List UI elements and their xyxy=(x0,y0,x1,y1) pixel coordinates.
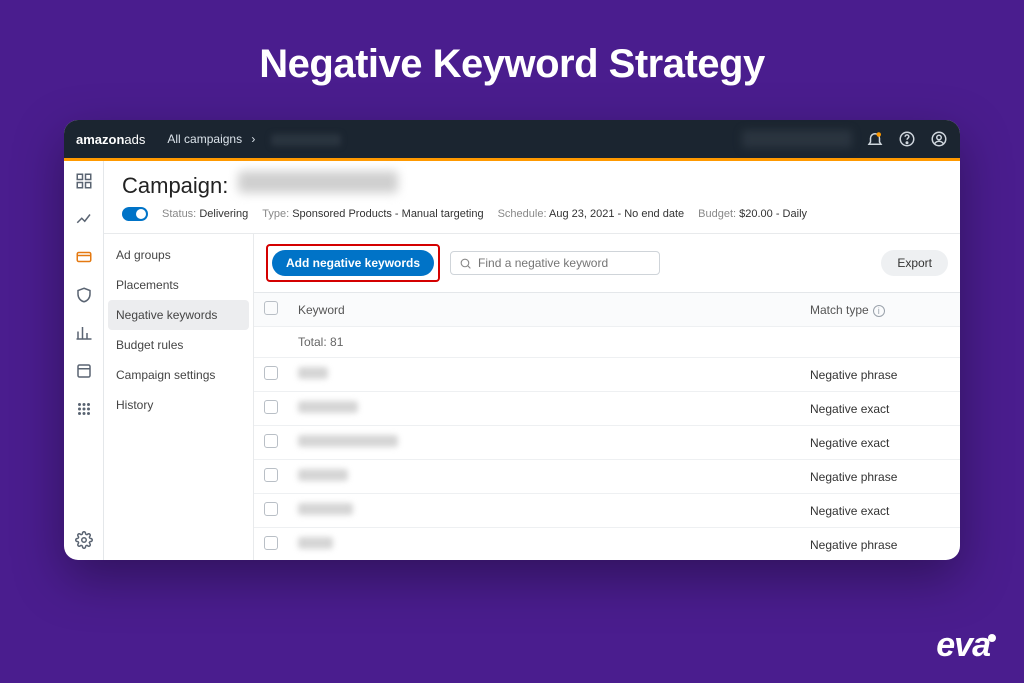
keyword-redacted xyxy=(298,435,398,447)
dashboard-icon[interactable] xyxy=(74,171,94,191)
campaign-header: Campaign: Status: Delivering Type: Spons… xyxy=(104,161,960,227)
total-count: Total: 81 xyxy=(288,327,800,358)
subnav-ad-groups[interactable]: Ad groups xyxy=(104,240,253,270)
match-type-cell: Negative phrase xyxy=(800,460,960,494)
subnav-history[interactable]: History xyxy=(104,390,253,420)
table-row[interactable]: Negative phrase xyxy=(254,358,960,392)
column-keyword[interactable]: Keyword xyxy=(288,293,800,327)
keywords-table: Keyword Match typei Total: 81 xyxy=(254,292,960,560)
keyword-redacted xyxy=(298,537,333,549)
campaign-label: Campaign: xyxy=(122,173,228,199)
status-label: Status: xyxy=(162,208,196,220)
trend-icon[interactable] xyxy=(74,209,94,229)
match-type-cell: Negative exact xyxy=(800,494,960,528)
campaigns-icon[interactable] xyxy=(74,247,94,267)
icon-rail xyxy=(64,161,104,560)
campaign-name-redacted xyxy=(238,171,398,193)
subnav-placements[interactable]: Placements xyxy=(104,270,253,300)
keyword-redacted xyxy=(298,367,328,379)
match-type-cell: Negative phrase xyxy=(800,528,960,561)
callout-highlight: Add negative keywords xyxy=(266,244,440,282)
gear-icon[interactable] xyxy=(74,530,94,550)
breadcrumb[interactable]: All campaigns › xyxy=(167,132,340,146)
campaign-subnav: Ad groups Placements Negative keywords B… xyxy=(104,234,254,560)
match-type-cell: Negative exact xyxy=(800,392,960,426)
row-checkbox[interactable] xyxy=(264,536,278,550)
type-label: Type: xyxy=(262,208,289,220)
row-checkbox[interactable] xyxy=(264,468,278,482)
app-window: amazonads All campaigns › xyxy=(64,120,960,560)
table-row[interactable]: Negative phrase xyxy=(254,528,960,561)
chart-icon[interactable] xyxy=(74,323,94,343)
row-checkbox[interactable] xyxy=(264,400,278,414)
row-checkbox[interactable] xyxy=(264,366,278,380)
budget-label: Budget: xyxy=(698,208,736,220)
keyword-redacted xyxy=(298,469,348,481)
match-type-cell: Negative exact xyxy=(800,426,960,460)
export-button[interactable]: Export xyxy=(881,250,948,276)
status-value: Delivering xyxy=(199,208,248,220)
select-all-checkbox[interactable] xyxy=(264,301,278,315)
subnav-campaign-settings[interactable]: Campaign settings xyxy=(104,360,253,390)
table-row[interactable]: Negative phrase xyxy=(254,460,960,494)
shield-icon[interactable] xyxy=(74,285,94,305)
bell-icon[interactable] xyxy=(866,130,884,148)
brand-logo: amazonads xyxy=(76,132,145,147)
subnav-budget-rules[interactable]: Budget rules xyxy=(104,330,253,360)
keyword-redacted xyxy=(298,401,358,413)
subnav-negative-keywords[interactable]: Negative keywords xyxy=(108,300,249,330)
apps-icon[interactable] xyxy=(74,399,94,419)
budget-value: $20.00 - Daily xyxy=(739,208,807,220)
table-row[interactable]: Negative exact xyxy=(254,494,960,528)
library-icon[interactable] xyxy=(74,361,94,381)
schedule-value: Aug 23, 2021 - No end date xyxy=(549,208,684,220)
table-row[interactable]: Negative exact xyxy=(254,426,960,460)
breadcrumb-campaign-redacted xyxy=(271,134,341,146)
profile-icon[interactable] xyxy=(930,130,948,148)
info-icon[interactable]: i xyxy=(873,305,885,317)
keyword-redacted xyxy=(298,503,353,515)
type-value: Sponsored Products - Manual targeting xyxy=(292,208,483,220)
match-type-cell: Negative phrase xyxy=(800,358,960,392)
account-name-redacted xyxy=(742,130,852,148)
top-bar: amazonads All campaigns › xyxy=(64,120,960,158)
row-checkbox[interactable] xyxy=(264,502,278,516)
status-toggle[interactable] xyxy=(122,207,148,221)
eva-logo: eva xyxy=(936,626,996,665)
search-input-wrapper[interactable] xyxy=(450,251,660,275)
column-match-type[interactable]: Match typei xyxy=(800,293,960,327)
slide-title: Negative Keyword Strategy xyxy=(0,0,1024,87)
help-icon[interactable] xyxy=(898,130,916,148)
row-checkbox[interactable] xyxy=(264,434,278,448)
search-icon xyxy=(459,257,472,270)
add-negative-keywords-button[interactable]: Add negative keywords xyxy=(272,250,434,276)
table-row[interactable]: Negative exact xyxy=(254,392,960,426)
schedule-label: Schedule: xyxy=(498,208,547,220)
search-input[interactable] xyxy=(478,256,651,270)
